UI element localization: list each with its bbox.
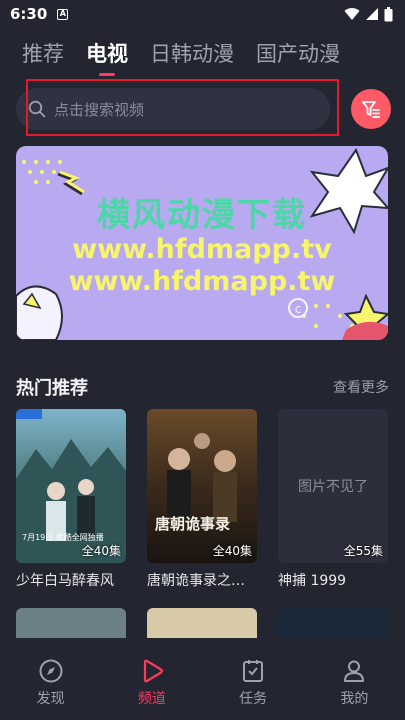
nav-profile-label: 我的 bbox=[340, 691, 369, 707]
nav-profile[interactable]: 我的 bbox=[319, 658, 389, 708]
video-card[interactable]: 7月19日 优酷全网独播 全40集 少年白马醉春风 bbox=[16, 409, 126, 590]
filter-button[interactable] bbox=[351, 89, 391, 129]
poster-caption: 唐朝诡事录 bbox=[155, 515, 231, 533]
see-more-link[interactable]: 查看更多 bbox=[333, 377, 389, 397]
wifi-icon bbox=[344, 8, 360, 20]
video-title: 神捕 1999 bbox=[278, 573, 347, 589]
section-title: 热门推荐 bbox=[16, 378, 88, 399]
video-card-partial[interactable] bbox=[278, 608, 388, 638]
bottom-navigation: 发现 频道 任务 我的 bbox=[0, 642, 405, 720]
banner-url-1: www.hfdmapp.tv bbox=[72, 234, 332, 265]
poster-image bbox=[147, 409, 257, 563]
nav-discover[interactable]: 发现 bbox=[16, 658, 86, 708]
status-bar: 6:30 A bbox=[0, 0, 405, 28]
tab-tv[interactable]: 电视 bbox=[86, 38, 128, 68]
svg-text:c: c bbox=[295, 302, 302, 316]
video-card-partial[interactable] bbox=[16, 608, 126, 638]
video-card[interactable]: 图片不见了 全55集 神捕 1999 bbox=[278, 409, 388, 590]
filter-icon bbox=[362, 101, 380, 118]
signal-icon bbox=[366, 8, 378, 20]
search-highlight-box bbox=[26, 79, 339, 136]
episode-count: 全40集 bbox=[212, 544, 252, 558]
image-missing-text: 图片不见了 bbox=[298, 479, 368, 495]
video-poster: 7月19日 优酷全网独播 全40集 bbox=[16, 409, 126, 563]
video-title: 唐朝诡事录之… bbox=[147, 573, 245, 589]
tab-recommend[interactable]: 推荐 bbox=[22, 38, 64, 68]
nav-channel-label: 频道 bbox=[137, 691, 166, 707]
user-icon bbox=[344, 660, 365, 682]
promo-banner[interactable]: c 横风动漫下载 www.hfdmapp.tv www.hfdmapp.tw bbox=[16, 146, 388, 340]
play-icon bbox=[143, 659, 163, 683]
episode-count: 全40集 bbox=[81, 544, 121, 558]
nav-discover-label: 发现 bbox=[36, 691, 65, 707]
tab-jp-kr-anime[interactable]: 日韩动漫 bbox=[150, 38, 234, 68]
category-tabs: 推荐 电视 日韩动漫 国产动漫 bbox=[0, 32, 405, 74]
hot-section-header: 热门推荐 查看更多 bbox=[16, 374, 389, 400]
battery-icon bbox=[384, 6, 393, 21]
video-card-partial[interactable] bbox=[147, 608, 257, 638]
nav-task-label: 任务 bbox=[239, 691, 268, 707]
tab-cn-anime[interactable]: 国产动漫 bbox=[256, 38, 340, 68]
episode-count: 全55集 bbox=[343, 544, 383, 558]
task-icon bbox=[243, 660, 264, 682]
banner-url-2: www.hfdmapp.tw bbox=[68, 266, 336, 297]
video-poster: 唐朝诡事录 全40集 bbox=[147, 409, 257, 563]
status-time: 6:30 bbox=[10, 5, 48, 23]
notification-badge: A bbox=[57, 8, 69, 20]
video-card[interactable]: 唐朝诡事录 全40集 唐朝诡事录之… bbox=[147, 409, 257, 590]
nav-channel[interactable]: 频道 bbox=[117, 658, 187, 708]
banner-title: 横风动漫下载 bbox=[97, 195, 307, 234]
nav-task[interactable]: 任务 bbox=[218, 658, 288, 708]
video-poster: 图片不见了 全55集 bbox=[278, 409, 388, 563]
compass-icon bbox=[39, 659, 63, 683]
video-title: 少年白马醉春风 bbox=[16, 573, 114, 589]
